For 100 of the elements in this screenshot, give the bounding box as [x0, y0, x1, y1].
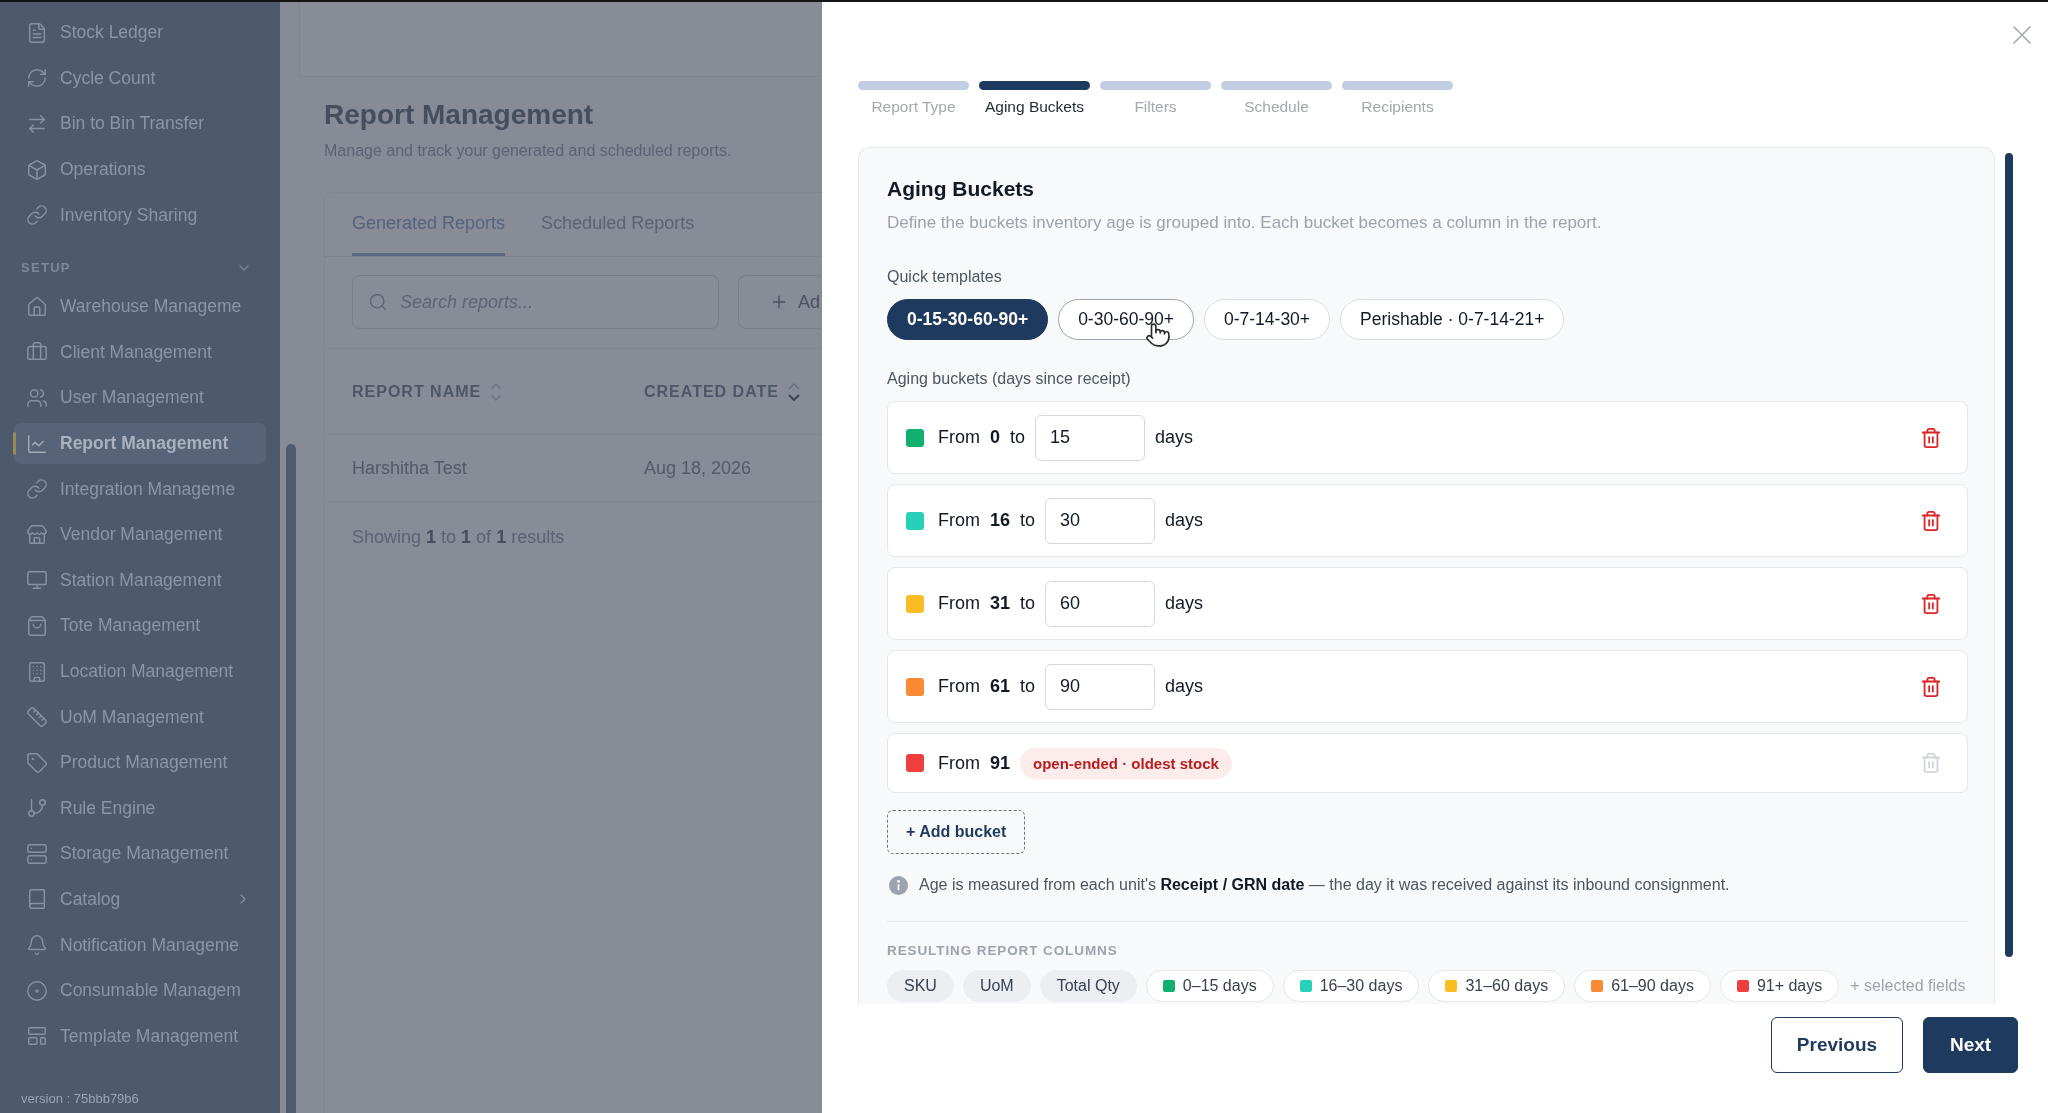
column-chip: 16–30 days — [1282, 970, 1420, 1002]
circle-dot-icon — [26, 979, 48, 1002]
unit-label: days — [1165, 510, 1204, 531]
sidebar-item[interactable]: Stock Ledger — [14, 12, 266, 54]
add-bucket-button[interactable]: + Add bucket — [887, 810, 1026, 854]
template-chip[interactable]: 0-7-14-30+ — [1203, 299, 1331, 340]
section-description: Define the buckets inventory age is grouped into. Each bucket becomes a column in the report. — [887, 212, 1603, 234]
monitor-icon — [26, 569, 48, 592]
scrollbar-thumb[interactable] — [286, 444, 296, 1113]
days-input[interactable]: 15 — [1035, 414, 1146, 461]
from-value: 31 — [990, 593, 1011, 614]
step-tab[interactable]: Filters — [1100, 81, 1211, 117]
sort-icon[interactable] — [490, 382, 503, 401]
column-header[interactable]: CREATED DATE — [644, 382, 822, 401]
section-title: Aging Buckets — [887, 176, 1036, 202]
more-fields-text: + selected fields — [1850, 977, 1966, 995]
sidebar-item[interactable]: Report Management — [14, 422, 266, 465]
next-button[interactable]: Next — [1923, 1017, 2018, 1073]
search-icon — [368, 292, 388, 312]
sidebar-item[interactable]: User Management — [14, 377, 266, 419]
sidebar-item[interactable]: Rule Engine — [14, 787, 266, 830]
step-tab[interactable]: Aging Buckets — [979, 81, 1090, 117]
users-icon — [26, 386, 48, 409]
link-icon — [26, 478, 48, 501]
bell-icon — [26, 934, 48, 957]
column-chip: UoM — [962, 970, 1031, 1002]
sidebar-item[interactable]: Cycle Count — [14, 57, 266, 100]
box-icon — [26, 158, 48, 181]
tag-icon — [26, 751, 48, 774]
line-chart-icon — [26, 432, 48, 455]
page-title: Report Management — [324, 98, 595, 132]
ruler-icon — [26, 706, 48, 729]
sidebar-item[interactable]: Catalog — [14, 878, 266, 921]
template-chip[interactable]: 0-15-30-60-90+ — [887, 299, 1049, 340]
from-value: 16 — [990, 510, 1011, 531]
unit-label: days — [1165, 593, 1204, 614]
sidebar-item[interactable]: Vendor Management — [14, 513, 266, 556]
refresh-icon — [26, 67, 48, 90]
sort-icon[interactable] — [787, 382, 800, 401]
book-icon — [26, 888, 48, 911]
sidebar-item[interactable]: Bin to Bin Transfer — [14, 103, 266, 145]
column-chip: 61–90 days — [1574, 970, 1711, 1002]
sidebar-item[interactable]: Product Management — [14, 741, 266, 784]
trash-icon[interactable] — [1920, 426, 1942, 449]
from-label: From — [938, 676, 980, 697]
sidebar-item[interactable]: Location Management — [14, 650, 266, 693]
from-label: From — [938, 593, 980, 614]
buckets-label: Aging buckets (days since receipt) — [887, 369, 1132, 389]
building-icon — [26, 660, 48, 683]
sidebar-item[interactable]: Operations — [14, 148, 266, 191]
days-input[interactable]: 60 — [1045, 580, 1156, 627]
days-input[interactable]: 90 — [1045, 663, 1156, 710]
sidebar-item[interactable]: Inventory Sharing — [14, 194, 266, 236]
sidebar-item[interactable]: Station Management — [14, 559, 266, 602]
from-label: From — [938, 752, 980, 774]
sidebar-item[interactable]: Consumable Managem — [14, 969, 266, 1012]
trash-icon[interactable] — [1920, 675, 1942, 698]
sidebar-item[interactable]: Integration Manageme — [14, 468, 266, 510]
from-label: From — [938, 510, 980, 531]
close-icon[interactable] — [2013, 26, 2031, 44]
status-badge: open-ended · oldest stock — [1020, 747, 1232, 779]
unit-label: days — [1165, 676, 1204, 697]
document-icon — [26, 21, 48, 44]
to-label: to — [1020, 593, 1036, 614]
sidebar-item[interactable]: Storage Management — [14, 833, 266, 875]
sidebar-item[interactable]: Template Management — [14, 1015, 266, 1058]
column-header[interactable]: REPORT NAME — [352, 382, 644, 401]
server-icon — [26, 842, 48, 865]
version-text: version : 75bbb79b6 — [20, 1091, 140, 1108]
sidebar-item[interactable]: Warehouse Manageme — [14, 285, 266, 328]
sidebar-item[interactable]: Client Management — [14, 331, 266, 374]
sidebar-item[interactable]: Notification Manageme — [14, 924, 266, 966]
to-label: to — [1010, 427, 1026, 448]
bag-icon — [26, 614, 48, 637]
sidebar-item[interactable]: Tote Management — [14, 605, 266, 647]
templates-label: Quick templates — [887, 267, 1003, 287]
previous-button[interactable]: Previous — [1771, 1017, 1903, 1073]
trash-icon[interactable] — [1920, 509, 1942, 532]
from-value: 91 — [990, 752, 1011, 774]
template-chip[interactable]: Perishable · 0-7-14-21+ — [1340, 299, 1565, 340]
scrollbar-thumb[interactable] — [2005, 153, 2013, 957]
store-icon — [26, 523, 48, 546]
columns-label: RESULTING REPORT COLUMNS — [887, 942, 1119, 960]
step-tab[interactable]: Report Type — [858, 81, 969, 117]
from-value: 61 — [990, 676, 1011, 697]
link-icon — [26, 204, 48, 227]
to-label: to — [1020, 510, 1036, 531]
column-chip: Total Qty — [1039, 970, 1137, 1002]
sidebar-item[interactable]: UoM Management — [14, 696, 266, 738]
from-value: 0 — [990, 427, 1000, 448]
step-tab[interactable]: Recipients — [1342, 81, 1453, 117]
layout-icon — [26, 1025, 48, 1048]
trash-icon[interactable] — [1920, 592, 1942, 615]
step-tab[interactable]: Schedule — [1221, 81, 1332, 117]
column-chip: 0–15 days — [1145, 970, 1274, 1002]
branch-icon — [26, 797, 48, 820]
column-chip: 91+ days — [1719, 970, 1840, 1002]
info-icon — [889, 875, 908, 895]
column-chip: SKU — [887, 970, 954, 1002]
days-input[interactable]: 30 — [1045, 497, 1156, 544]
